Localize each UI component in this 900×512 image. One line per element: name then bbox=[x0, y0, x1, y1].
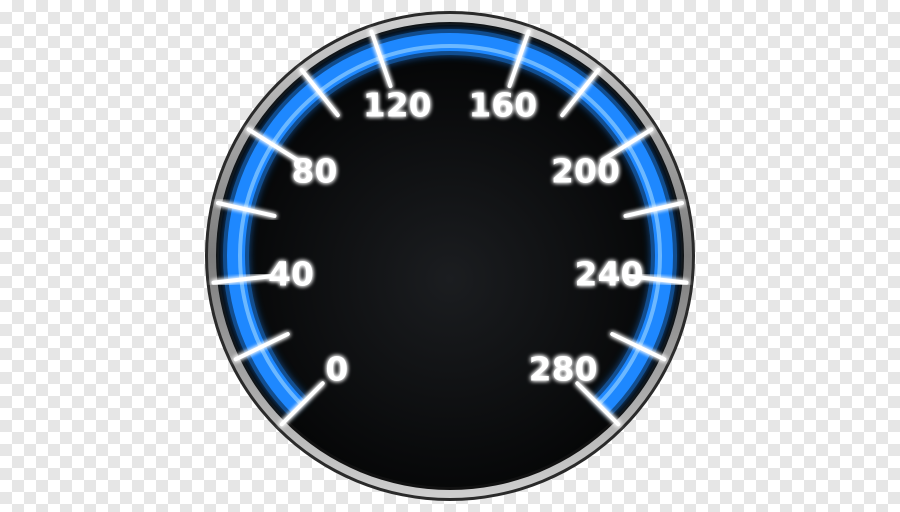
gauge-tick-label: 120 bbox=[363, 86, 432, 125]
gauge-tick-label: 40 bbox=[268, 254, 314, 293]
gauge-tick-label: 240 bbox=[575, 254, 644, 293]
gauge-tick-label: 0 bbox=[325, 350, 348, 389]
gauge-tick-label: 80 bbox=[292, 151, 338, 190]
speedometer-gauge: 0 40 80 120 160 200 240 280 bbox=[205, 11, 695, 501]
gauge-tick-label: 200 bbox=[551, 151, 620, 190]
gauge-tick-label: 160 bbox=[468, 86, 537, 125]
gauge-tick-label: 280 bbox=[529, 350, 598, 389]
